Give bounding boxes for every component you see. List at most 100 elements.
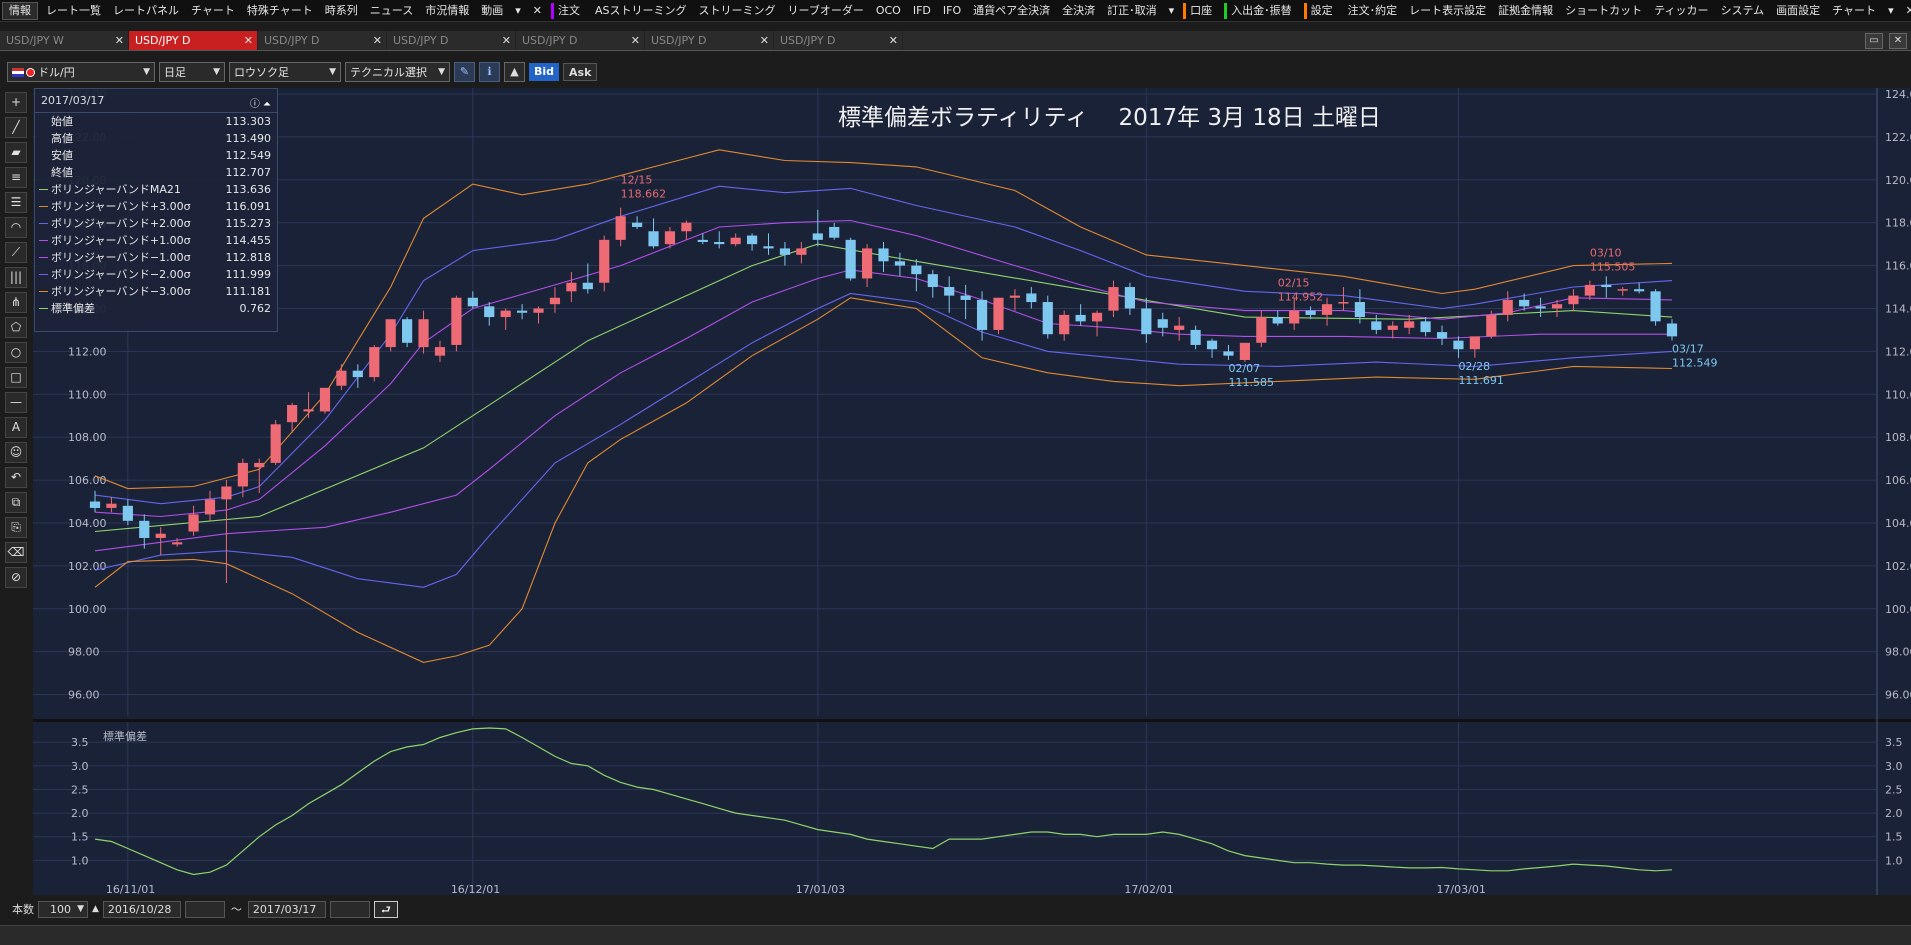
info-row-label: ボリンジャーバンドMA21 (51, 183, 181, 196)
menu-item[interactable]: レート一覧 (40, 0, 107, 21)
menu-item[interactable]: ✕ (527, 0, 548, 21)
menu-item[interactable]: 情報 (2, 1, 38, 20)
menu-item[interactable]: 注文･約定 (1342, 0, 1404, 21)
fibonacci-icon[interactable]: ☰ (5, 192, 27, 213)
candle-body (1256, 317, 1267, 343)
horizontal-lines-icon[interactable]: ≡ (5, 167, 27, 188)
erase-drawing-icon[interactable]: ⌫ (5, 542, 27, 563)
chart-type-select[interactable]: ロウソク足 ▼ (229, 62, 341, 82)
candle-body (1190, 329, 1201, 345)
area-chart-icon[interactable]: ▲ (504, 62, 525, 82)
candle-body (1141, 308, 1152, 335)
to-date-field[interactable]: 2017/03/17 (247, 900, 326, 918)
menu-item[interactable]: 特殊チャート (241, 0, 319, 21)
menu-item[interactable]: 訂正･取消 (1101, 0, 1163, 21)
rectangle-icon[interactable]: □ (5, 367, 27, 388)
menu-item[interactable]: リーブオーダー (782, 0, 870, 21)
chart-tab[interactable]: USD/JPY D ✕ (387, 31, 516, 50)
menu-item[interactable]: ティッカー (1648, 0, 1714, 21)
period-select[interactable]: 日足 ▼ (159, 62, 225, 82)
info-panel-buttons[interactable]: ⓘ ⏶ (250, 93, 271, 117)
crosshair-icon[interactable]: + (5, 92, 27, 113)
undo-icon[interactable]: ↶ (5, 467, 27, 488)
menu-item[interactable]: ストリーミング (693, 0, 782, 21)
fan-icon[interactable]: ⟋ (5, 242, 27, 263)
pentagon-icon[interactable]: ⬠ (5, 317, 27, 338)
tab-close-icon[interactable]: ✕ (631, 34, 640, 47)
horizontal-line-icon[interactable]: — (5, 392, 27, 413)
chart-tab[interactable]: USD/JPY W ✕ (0, 31, 129, 50)
menu-item[interactable]: 画面設定 (1770, 0, 1826, 21)
count-input[interactable]: 100 ▼ (38, 900, 88, 918)
menu-item[interactable]: ニュース (364, 0, 419, 21)
maximize-icon[interactable]: ▭ (1865, 32, 1883, 49)
chart-tab[interactable]: USD/JPY D ✕ (645, 31, 774, 50)
technical-select-button[interactable]: テクニカル選択 ▼ (345, 62, 450, 82)
arc-icon[interactable]: ◠ (5, 217, 27, 238)
tab-close-icon[interactable]: ✕ (502, 34, 511, 47)
chart-type-value: ロウソク足 (234, 66, 289, 79)
icon-stamp-icon[interactable]: ☺ (5, 442, 27, 463)
pitchfork-icon[interactable]: ⋔ (5, 292, 27, 313)
chart-tab[interactable]: USD/JPY D ✕ (258, 31, 387, 50)
tab-close-icon[interactable]: ✕ (889, 34, 898, 47)
ask-toggle[interactable]: Ask (563, 63, 598, 81)
chart-tab[interactable]: USD/JPY D ✕ (129, 31, 258, 50)
trendline-icon[interactable]: ╱ (5, 117, 27, 138)
bid-toggle[interactable]: Bid (529, 63, 560, 81)
menu-item[interactable]: 証拠金情報 (1492, 0, 1559, 21)
menu-item[interactable]: IFD (907, 0, 937, 21)
vertical-lines-icon[interactable]: ||| (5, 267, 27, 288)
erase-all-icon[interactable]: ⊘ (5, 567, 27, 588)
text-icon[interactable]: A (5, 417, 27, 438)
from-time-field[interactable] (184, 900, 225, 918)
menu-item[interactable]: チャート (185, 0, 241, 21)
menu-item[interactable]: 全決済 (1056, 0, 1101, 21)
to-time-field[interactable] (329, 900, 370, 918)
pencil-icon[interactable]: ✎ (454, 62, 475, 82)
tab-close-icon[interactable]: ✕ (244, 34, 253, 47)
spinner-up-icon[interactable]: ▲ (92, 904, 99, 914)
menu-item[interactable]: 注文 (550, 2, 586, 19)
eraser-icon[interactable]: ▰ (5, 142, 27, 163)
menu-item[interactable]: 通貨ペア全決済 (967, 0, 1056, 21)
reload-button[interactable]: ⮐ (373, 900, 398, 918)
menu-item[interactable]: ▾ (1882, 0, 1900, 21)
from-date-field[interactable]: 2016/10/28 (102, 900, 181, 918)
info-row: 終値 112.707 (35, 164, 277, 181)
menu-item[interactable]: 市況情報 (419, 0, 475, 21)
menu-item[interactable]: IFO (937, 0, 967, 21)
price-chart[interactable]: 124.00124.00122.00122.00120.00120.00118.… (33, 88, 1911, 895)
menu-item[interactable]: ▾ (1163, 0, 1181, 21)
menu-item[interactable]: 動画 (475, 0, 509, 21)
menu-item[interactable]: 口座 (1183, 2, 1218, 19)
menu-item[interactable]: システム (1715, 0, 1771, 21)
menu-item[interactable]: 設定 (1303, 2, 1339, 19)
menu-item[interactable]: ▾ (509, 0, 527, 21)
close-window-icon[interactable]: ✕ (1889, 32, 1907, 49)
menu-item[interactable]: 時系列 (319, 0, 364, 21)
menu-item[interactable]: ASストリーミング (589, 0, 693, 21)
info-row-label-group: 安値 (39, 147, 73, 164)
menu-item[interactable]: レート表示設定 (1403, 0, 1492, 21)
menu-item[interactable]: ショートカット (1559, 0, 1648, 21)
menu-item[interactable]: レートパネル (107, 0, 185, 21)
circle-icon[interactable]: ○ (5, 342, 27, 363)
tab-close-icon[interactable]: ✕ (373, 34, 382, 47)
chart-tab[interactable]: USD/JPY D ✕ (774, 31, 903, 50)
paste-icon[interactable]: ⎘ (5, 517, 27, 538)
info-row-value: 112.549 (225, 149, 272, 162)
copy-icon[interactable]: ⧉ (5, 492, 27, 513)
menu-item[interactable]: OCO (870, 0, 907, 21)
tab-close-icon[interactable]: ✕ (760, 34, 769, 47)
y-tick-label: 116.00 (1885, 260, 1911, 273)
menu-item[interactable]: チャート (1826, 0, 1882, 21)
menu-item[interactable]: 入出金･振替 (1224, 2, 1298, 19)
candle-body (861, 248, 873, 279)
menu-item[interactable]: ✕ (1900, 0, 1911, 21)
chart-area[interactable]: 124.00124.00122.00122.00120.00120.00118.… (33, 88, 1911, 895)
tab-close-icon[interactable]: ✕ (115, 34, 124, 47)
currency-pair-select[interactable]: ドル/円 ▼ (7, 62, 155, 82)
info-icon[interactable]: ℹ (479, 62, 500, 82)
chart-tab[interactable]: USD/JPY D ✕ (516, 31, 645, 50)
